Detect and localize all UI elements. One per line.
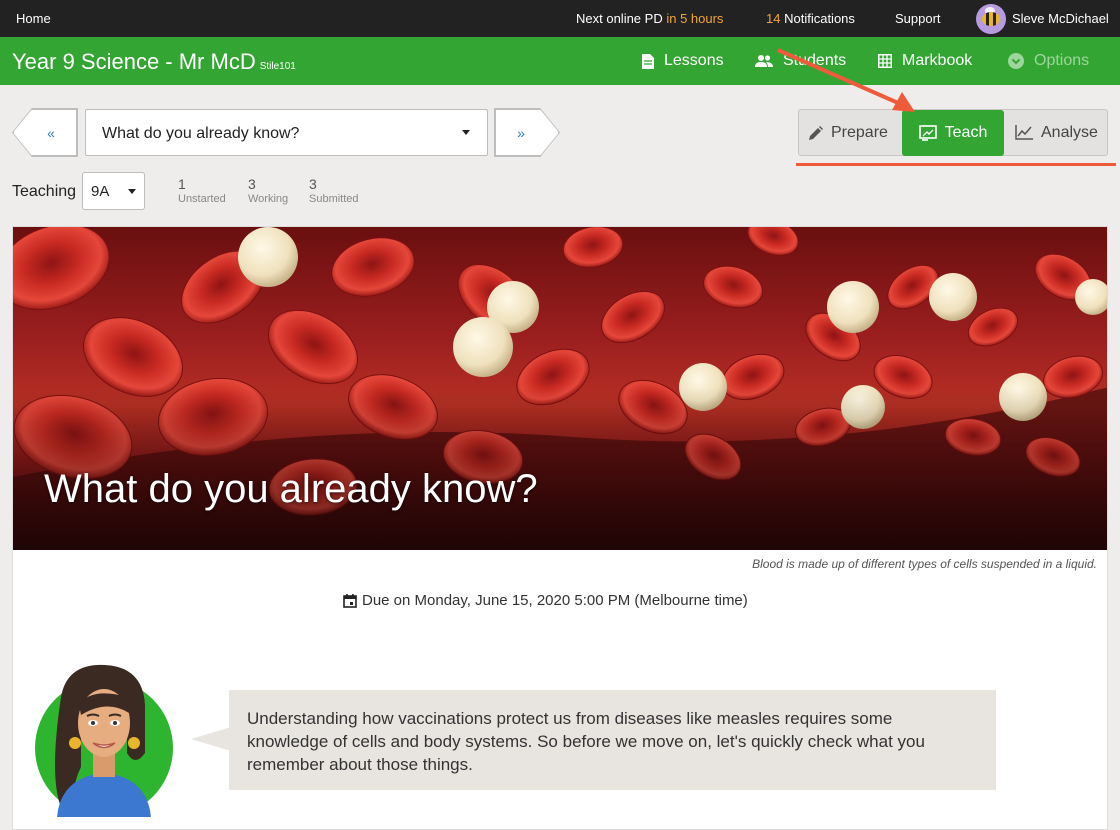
previous-lesson-button[interactable]: « <box>13 109 77 156</box>
annotation-underline <box>796 163 1116 166</box>
document-icon <box>642 53 654 69</box>
speech-bubble: Understanding how vaccinations protect u… <box>229 690 996 790</box>
stat-count: 1 <box>178 176 186 192</box>
stat-label: Unstarted <box>178 193 226 205</box>
notification-count: 14 <box>766 11 781 26</box>
course-title-text: Year 9 Science - Mr McD <box>12 49 256 74</box>
stat-working[interactable]: 3 Working <box>248 176 288 205</box>
people-icon <box>755 55 773 67</box>
class-select[interactable]: 9A <box>82 172 145 210</box>
lesson-select[interactable]: What do you already know? <box>85 109 488 156</box>
nav-lessons[interactable]: Lessons <box>642 52 724 70</box>
mode-switcher: Prepare Teach Analyse <box>798 109 1108 156</box>
stat-label: Submitted <box>309 193 359 205</box>
presentation-icon <box>918 125 937 141</box>
notifications-link[interactable]: 14 Notifications <box>766 11 855 26</box>
line-chart-icon <box>1015 125 1033 140</box>
caret-down-icon <box>462 130 470 135</box>
course-subtitle: Stile101 <box>259 61 296 72</box>
hero-image: What do you already know? <box>13 227 1107 550</box>
grid-icon <box>878 54 892 68</box>
stat-submitted[interactable]: 3 Submitted <box>309 176 359 205</box>
due-date: Due on Monday, June 15, 2020 5:00 PM (Me… <box>343 592 748 609</box>
notifications-label: Notifications <box>784 11 855 26</box>
stat-count: 3 <box>248 176 256 192</box>
nav-markbook-label: Markbook <box>902 52 973 69</box>
pd-label: Next online PD <box>576 11 663 26</box>
caret-down-icon <box>128 189 136 194</box>
pd-time: in 5 hours <box>666 11 724 26</box>
speech-bubble-tail <box>191 727 231 751</box>
lesson-card: What do you already know? Blood is made … <box>12 226 1108 830</box>
nav-students[interactable]: Students <box>755 52 846 70</box>
nav-options-label: Options <box>1034 52 1090 69</box>
nav-markbook[interactable]: Markbook <box>878 52 972 70</box>
class-select-value: 9A <box>91 183 110 200</box>
teaching-label: Teaching <box>12 183 77 200</box>
pencil-icon <box>809 125 823 140</box>
mode-prepare-label: Prepare <box>831 123 888 141</box>
nav-lessons-label: Lessons <box>664 52 724 69</box>
mode-analyse-button[interactable]: Analyse <box>1015 110 1098 155</box>
next-label: » <box>517 124 525 141</box>
mode-analyse-label: Analyse <box>1041 123 1098 141</box>
prev-label: « <box>47 124 55 141</box>
hero-title: What do you already know? <box>44 467 538 511</box>
home-link[interactable]: Home <box>16 11 51 26</box>
mode-teach-button[interactable]: Teach <box>902 110 1004 156</box>
user-name: Sleve McDichael <box>1012 11 1109 26</box>
course-bar: Year 9 Science - Mr McD Stile101 Lessons … <box>0 37 1120 85</box>
lesson-select-value: What do you already know? <box>102 125 300 142</box>
due-date-text: Due on Monday, June 15, 2020 5:00 PM (Me… <box>362 592 748 609</box>
course-title: Year 9 Science - Mr McD Stile101 <box>12 49 296 75</box>
mode-prepare-button[interactable]: Prepare <box>809 110 888 155</box>
avatar <box>976 3 1006 34</box>
next-lesson-button[interactable]: » <box>495 109 559 156</box>
bee-icon <box>982 11 1000 26</box>
stat-unstarted[interactable]: 1 Unstarted <box>178 176 226 205</box>
top-bar: Home Next online PD in 5 hours 14 Notifi… <box>0 0 1120 37</box>
chevron-circle-down-icon <box>1008 53 1024 69</box>
teacher-avatar-illustration <box>35 664 173 817</box>
support-link[interactable]: Support <box>895 11 941 26</box>
mode-teach-label: Teach <box>944 124 988 141</box>
image-caption: Blood is made up of different types of c… <box>752 557 1097 571</box>
online-pd-link[interactable]: Next online PD in 5 hours <box>576 11 723 26</box>
nav-options[interactable]: Options <box>1008 52 1089 70</box>
calendar-icon <box>343 593 357 608</box>
stat-count: 3 <box>309 176 317 192</box>
nav-students-label: Students <box>783 52 847 69</box>
user-menu[interactable]: Sleve McDichael <box>976 3 1109 34</box>
stat-label: Working <box>248 193 289 205</box>
